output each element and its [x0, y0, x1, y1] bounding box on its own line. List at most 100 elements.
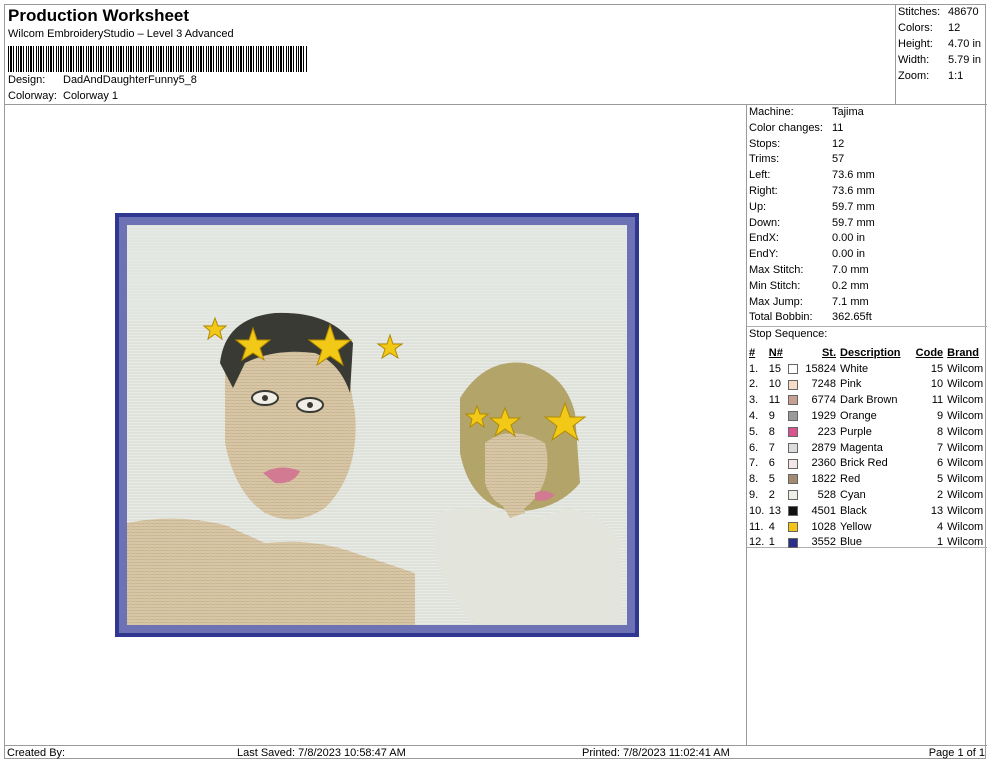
- info-row: Up: 59.7 mm: [749, 201, 875, 216]
- row-code: 10: [930, 378, 944, 391]
- info-value: 0.00 in: [832, 232, 866, 245]
- info-value: 7.1 mm: [832, 295, 869, 308]
- row-needle: 10: [768, 378, 781, 391]
- color-swatch: [788, 377, 803, 393]
- color-swatch-icon: [788, 505, 799, 516]
- row-description: Dark Brown: [840, 394, 898, 407]
- printed-date: Printed: 7/8/2023 11:02:41 AM: [582, 747, 730, 759]
- info-label: Left:: [749, 169, 771, 182]
- row-num: 8.: [749, 473, 759, 486]
- stat-value: 1:1: [948, 70, 964, 82]
- info-value: 11: [832, 121, 844, 134]
- stat-label: Colors:: [898, 22, 933, 34]
- col-header-stitches: St.: [821, 346, 837, 359]
- info-value: 7.0 mm: [832, 264, 869, 276]
- info-value: 362.65ft: [832, 311, 872, 324]
- color-swatch: [788, 519, 803, 535]
- row-needle: 9: [768, 410, 775, 423]
- info-value: 59.7 mm: [832, 216, 875, 229]
- last-saved: Last Saved: 7/8/2023 10:58:47 AM: [237, 747, 406, 759]
- info-value: 73.6 mm: [832, 185, 875, 197]
- info-label: Min Stitch:: [749, 279, 801, 292]
- design-preview-canvas: [5, 105, 747, 745]
- embroidery-design-preview: [115, 213, 639, 637]
- color-swatch-icon: [788, 490, 799, 501]
- color-swatch-icon: [788, 458, 799, 469]
- row-description: Brick Red: [840, 457, 888, 470]
- row-needle: 4: [768, 520, 775, 533]
- stat-label: Stitches:: [898, 6, 941, 18]
- info-value: Tajima: [832, 106, 864, 118]
- info-row: Down: 59.7 mm: [749, 217, 875, 232]
- info-row: EndX: 0.00 in: [749, 232, 865, 247]
- col-header-num: #: [749, 346, 756, 359]
- row-needle: 8: [768, 425, 775, 438]
- machine-info-panel: Machine: Tajima Color changes: 11 Stops: 12…: [747, 105, 987, 745]
- info-label: Right:: [749, 185, 778, 197]
- production-worksheet: Production Worksheet Wilcom EmbroiderySt…: [4, 4, 987, 759]
- design-value: DadAndDaughterFunny5_8: [63, 74, 197, 86]
- table-row: 12. 1 3552 Blue 1 Wilcom: [747, 535, 987, 551]
- stat-value: 4.70 in: [948, 38, 982, 50]
- row-stitches: 15824: [805, 362, 837, 375]
- info-value: 73.6 mm: [832, 169, 875, 182]
- stat-row: Height: 4.70 in: [898, 38, 981, 50]
- colorway-row: Colorway: Colorway 1: [8, 90, 118, 102]
- row-brand: Wilcom: [947, 520, 984, 533]
- info-row: Min Stitch: 0.2 mm: [749, 280, 869, 295]
- table-header-row: # N# St. Description Code Brand: [747, 345, 987, 361]
- stat-label: Width:: [898, 54, 930, 66]
- software-subtitle: Wilcom EmbroideryStudio – Level 3 Advanc…: [8, 28, 234, 40]
- row-code: 11: [931, 394, 944, 407]
- row-num: 12.: [749, 536, 765, 549]
- color-swatch: [788, 408, 803, 424]
- row-stitches: 7248: [811, 378, 837, 391]
- row-needle: 6: [768, 457, 775, 470]
- stat-row: Width: 5.79 in: [898, 54, 981, 66]
- row-brand: Wilcom: [947, 378, 984, 391]
- row-stitches: 1929: [811, 410, 837, 423]
- color-swatch: [788, 503, 803, 519]
- colorway-label: Colorway:: [8, 90, 57, 102]
- table-row: 1. 15 15824 White 15 Wilcom: [747, 361, 987, 377]
- stat-row: Zoom: 1:1: [898, 70, 963, 82]
- info-row: Machine: Tajima: [749, 106, 864, 121]
- table-row: 5. 8 223 Purple 8 Wilcom: [747, 424, 987, 440]
- row-code: 2: [937, 489, 944, 502]
- col-header-n: N#: [768, 346, 783, 359]
- row-description: Cyan: [840, 489, 866, 502]
- row-num: 11.: [749, 520, 764, 533]
- stop-sequence-table: # N# St. Description Code Brand 1. 15 1582…: [747, 345, 987, 550]
- row-description: Black: [840, 504, 867, 517]
- color-swatch: [788, 471, 803, 487]
- row-needle: 2: [768, 489, 775, 502]
- table-row: 11. 4 1028 Yellow 4 Wilcom: [747, 519, 987, 535]
- row-code: 15: [930, 362, 944, 375]
- row-brand: Wilcom: [947, 410, 984, 423]
- info-row: Stops: 12: [749, 138, 844, 153]
- row-code: 1: [937, 536, 944, 549]
- info-value: 57: [832, 153, 845, 166]
- row-needle: 7: [768, 441, 775, 454]
- row-code: 5: [937, 473, 944, 486]
- row-num: 6.: [749, 441, 759, 454]
- row-code: 8: [937, 425, 944, 438]
- info-label: Max Stitch:: [749, 264, 804, 276]
- info-label: Machine:: [749, 106, 794, 118]
- row-description: Yellow: [840, 520, 872, 533]
- row-brand: Wilcom: [947, 425, 984, 438]
- row-num: 3.: [749, 394, 759, 407]
- row-needle: 11: [768, 394, 781, 407]
- color-swatch-icon: [788, 474, 799, 485]
- table-row: 6. 7 2879 Magenta 7 Wilcom: [747, 440, 987, 456]
- stat-row: Colors: 12: [898, 22, 960, 34]
- color-swatch: [788, 535, 803, 551]
- row-num: 5.: [749, 425, 759, 438]
- info-label: Stops:: [749, 137, 781, 150]
- row-brand: Wilcom: [947, 441, 984, 454]
- color-swatch-icon: [788, 537, 799, 548]
- row-stitches: 2360: [811, 457, 837, 470]
- info-row: EndY: 0.00 in: [749, 248, 865, 263]
- row-num: 7.: [749, 457, 759, 470]
- color-swatch: [788, 440, 803, 456]
